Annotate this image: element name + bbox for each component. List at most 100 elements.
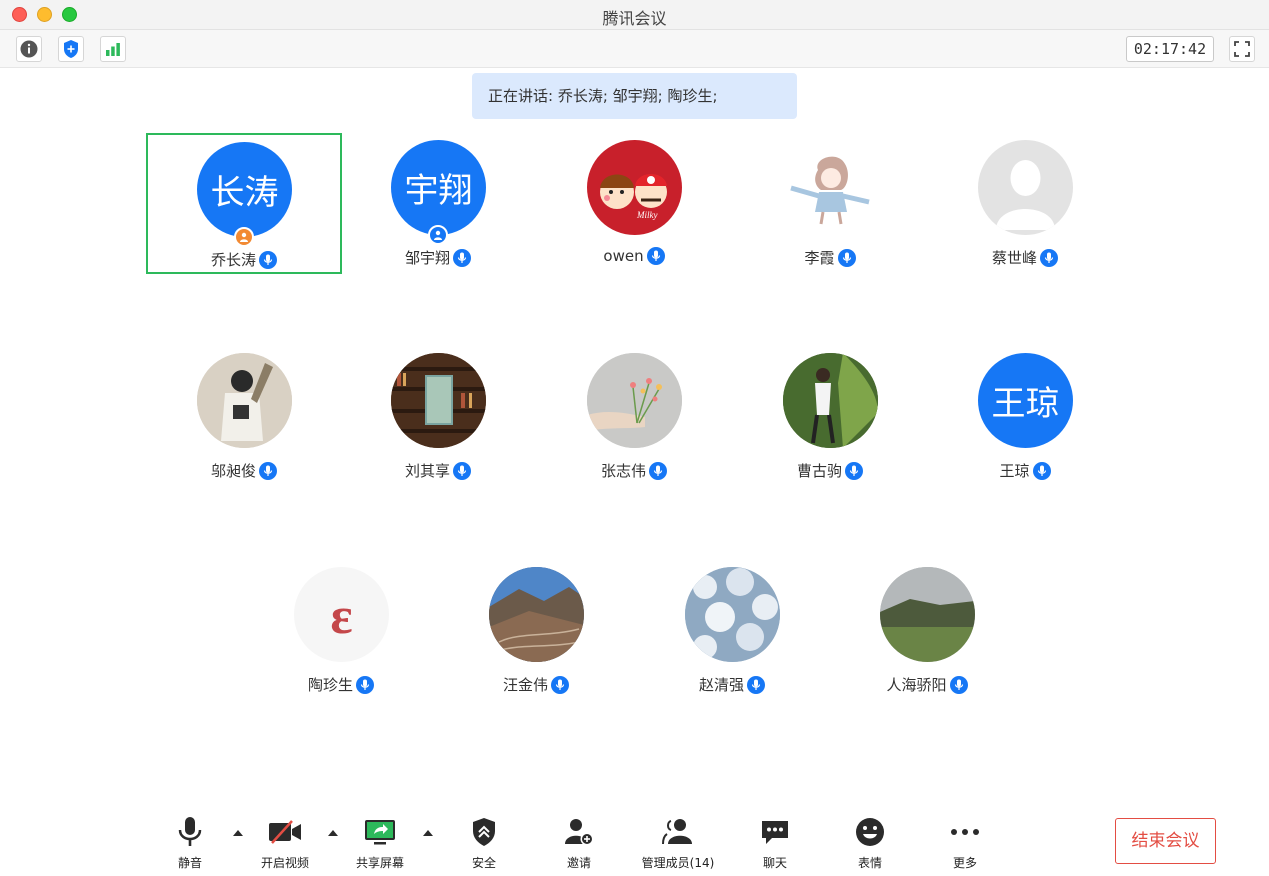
start-video-button[interactable]: 开启视频 xyxy=(245,816,325,872)
participant-tile[interactable]: 汪金伟 xyxy=(438,560,634,701)
grassland-photo xyxy=(880,567,975,662)
mic-active-icon xyxy=(646,247,665,265)
mute-options-caret-icon[interactable] xyxy=(231,826,245,840)
meeting-timer: 02:17:42 xyxy=(1126,36,1214,62)
mic-active-icon xyxy=(1032,461,1051,480)
avatar: 王琼 xyxy=(978,353,1073,448)
participant-tile[interactable]: Milky owen xyxy=(536,133,732,274)
participant-tile[interactable]: ε 陶珍生 xyxy=(243,560,439,701)
host-badge xyxy=(234,227,254,247)
meeting-controls: 静音 开启视频 共享屏幕 安全 邀请 管理成员(14) 聊天 表情 更多 结束会… xyxy=(0,806,1269,876)
participant-tile[interactable]: 邬昶俊 xyxy=(146,346,342,487)
video-options-caret-icon[interactable] xyxy=(326,826,340,840)
mute-button[interactable]: 静音 xyxy=(150,816,230,872)
participant-name: 曹古驹 xyxy=(796,462,842,480)
speaking-banner: 正在讲话: 乔长涛; 邹宇翔; 陶珍生; xyxy=(472,73,797,119)
chat-button[interactable]: 聊天 xyxy=(735,816,815,872)
share-screen-button[interactable]: 共享屏幕 xyxy=(340,816,420,872)
more-button[interactable]: 更多 xyxy=(925,816,1005,872)
participant-name-row: 人海骄阳 xyxy=(829,674,1025,695)
participant-name: 乔长涛 xyxy=(210,251,256,269)
title-bar: 腾讯会议 xyxy=(0,0,1269,30)
participant-tile[interactable]: 宇翔 邹宇翔 xyxy=(340,133,536,274)
participant-name: 陶珍生 xyxy=(307,676,353,694)
cohost-badge xyxy=(428,225,448,245)
participant-name-row: 乔长涛 xyxy=(148,249,340,270)
participant-name: 邹宇翔 xyxy=(404,249,450,267)
participant-tile[interactable]: 李霞 xyxy=(732,133,928,274)
signal-bars-icon xyxy=(106,43,120,56)
participant-name: 人海骄阳 xyxy=(886,676,947,694)
jungle-photo xyxy=(783,353,878,448)
share-screen-icon xyxy=(363,816,397,848)
avatar: 长涛 xyxy=(197,142,292,237)
mic-active-icon xyxy=(259,461,277,480)
mic-active-icon xyxy=(747,675,765,694)
security-status-button[interactable] xyxy=(58,36,84,62)
bookshelf-photo xyxy=(391,353,486,448)
epsilon-logo: ε xyxy=(294,567,389,662)
mic-active-icon xyxy=(356,675,374,694)
chat-bubble-icon xyxy=(758,816,792,848)
participant-name-row: 刘其享 xyxy=(340,460,536,481)
share-options-caret-icon[interactable] xyxy=(421,826,435,840)
participant-name: owen xyxy=(603,247,644,265)
person-icon xyxy=(240,232,248,242)
mic-active-icon xyxy=(837,248,856,267)
participant-tile[interactable]: 赵清强 xyxy=(634,560,830,701)
participant-name: 汪金伟 xyxy=(502,676,548,694)
add-user-icon xyxy=(562,816,596,848)
participant-tile[interactable]: 蔡世峰 xyxy=(927,133,1123,274)
end-meeting-button[interactable]: 结束会议 xyxy=(1115,818,1216,864)
reactions-button[interactable]: 表情 xyxy=(830,816,910,872)
participant-name: 李霞 xyxy=(804,249,835,267)
fullscreen-icon xyxy=(1234,41,1250,57)
anime-girl-icon xyxy=(783,140,878,235)
frost-photo xyxy=(685,567,780,662)
participant-tile[interactable]: 长涛 乔长涛 xyxy=(146,133,342,274)
participant-name: 邬昶俊 xyxy=(210,462,256,480)
figure-photo xyxy=(197,353,292,448)
flower-hand-photo xyxy=(587,353,682,448)
shield-icon xyxy=(64,40,78,58)
mic-active-icon xyxy=(259,250,277,269)
participant-name-row: 邹宇翔 xyxy=(340,247,536,268)
participant-tile[interactable]: 王琼 王琼 xyxy=(927,346,1123,487)
mic-active-icon xyxy=(1040,248,1058,267)
participant-name-row: 蔡世峰 xyxy=(927,247,1123,268)
mic-active-icon xyxy=(453,461,471,480)
peko-mario-icon: Milky xyxy=(587,140,682,235)
mic-active-icon xyxy=(845,461,863,480)
participant-name-row: 王琼 xyxy=(927,460,1123,481)
participant-tile[interactable]: 刘其享 xyxy=(340,346,536,487)
mic-active-icon xyxy=(551,675,569,694)
more-dots-icon xyxy=(948,816,982,848)
network-signal-button[interactable] xyxy=(100,36,126,62)
participant-name: 刘其享 xyxy=(404,462,450,480)
fullscreen-button[interactable] xyxy=(1229,36,1255,62)
manage-members-button[interactable]: 管理成员(14) xyxy=(638,816,718,872)
participant-tile[interactable]: 人海骄阳 xyxy=(829,560,1025,701)
participant-tile[interactable]: 张志伟 xyxy=(536,346,732,487)
invite-button[interactable]: 邀请 xyxy=(539,816,619,872)
mic-active-icon xyxy=(453,248,471,267)
participant-name: 蔡世峰 xyxy=(991,249,1037,267)
svg-text:ε: ε xyxy=(330,588,352,645)
participant-name: 王琼 xyxy=(999,462,1030,480)
window-title: 腾讯会议 xyxy=(602,9,667,28)
participant-name: 赵清强 xyxy=(698,676,744,694)
participant-tile[interactable]: 曹古驹 xyxy=(732,346,928,487)
participant-name-row: 李霞 xyxy=(732,247,928,268)
microphone-icon xyxy=(173,816,207,848)
participant-name-row: 赵清强 xyxy=(634,674,830,695)
participant-name-row: 汪金伟 xyxy=(438,674,634,695)
smiley-icon xyxy=(853,816,887,848)
mountain-photo xyxy=(489,567,584,662)
participant-name: 张志伟 xyxy=(600,462,646,480)
participant-name-row: 曹古驹 xyxy=(732,460,928,481)
avatar: 宇翔 xyxy=(391,140,486,235)
members-icon xyxy=(661,816,695,848)
meeting-info-button[interactable] xyxy=(16,36,42,62)
security-button[interactable]: 安全 xyxy=(444,816,524,872)
participant-name-row: 邬昶俊 xyxy=(146,460,342,481)
